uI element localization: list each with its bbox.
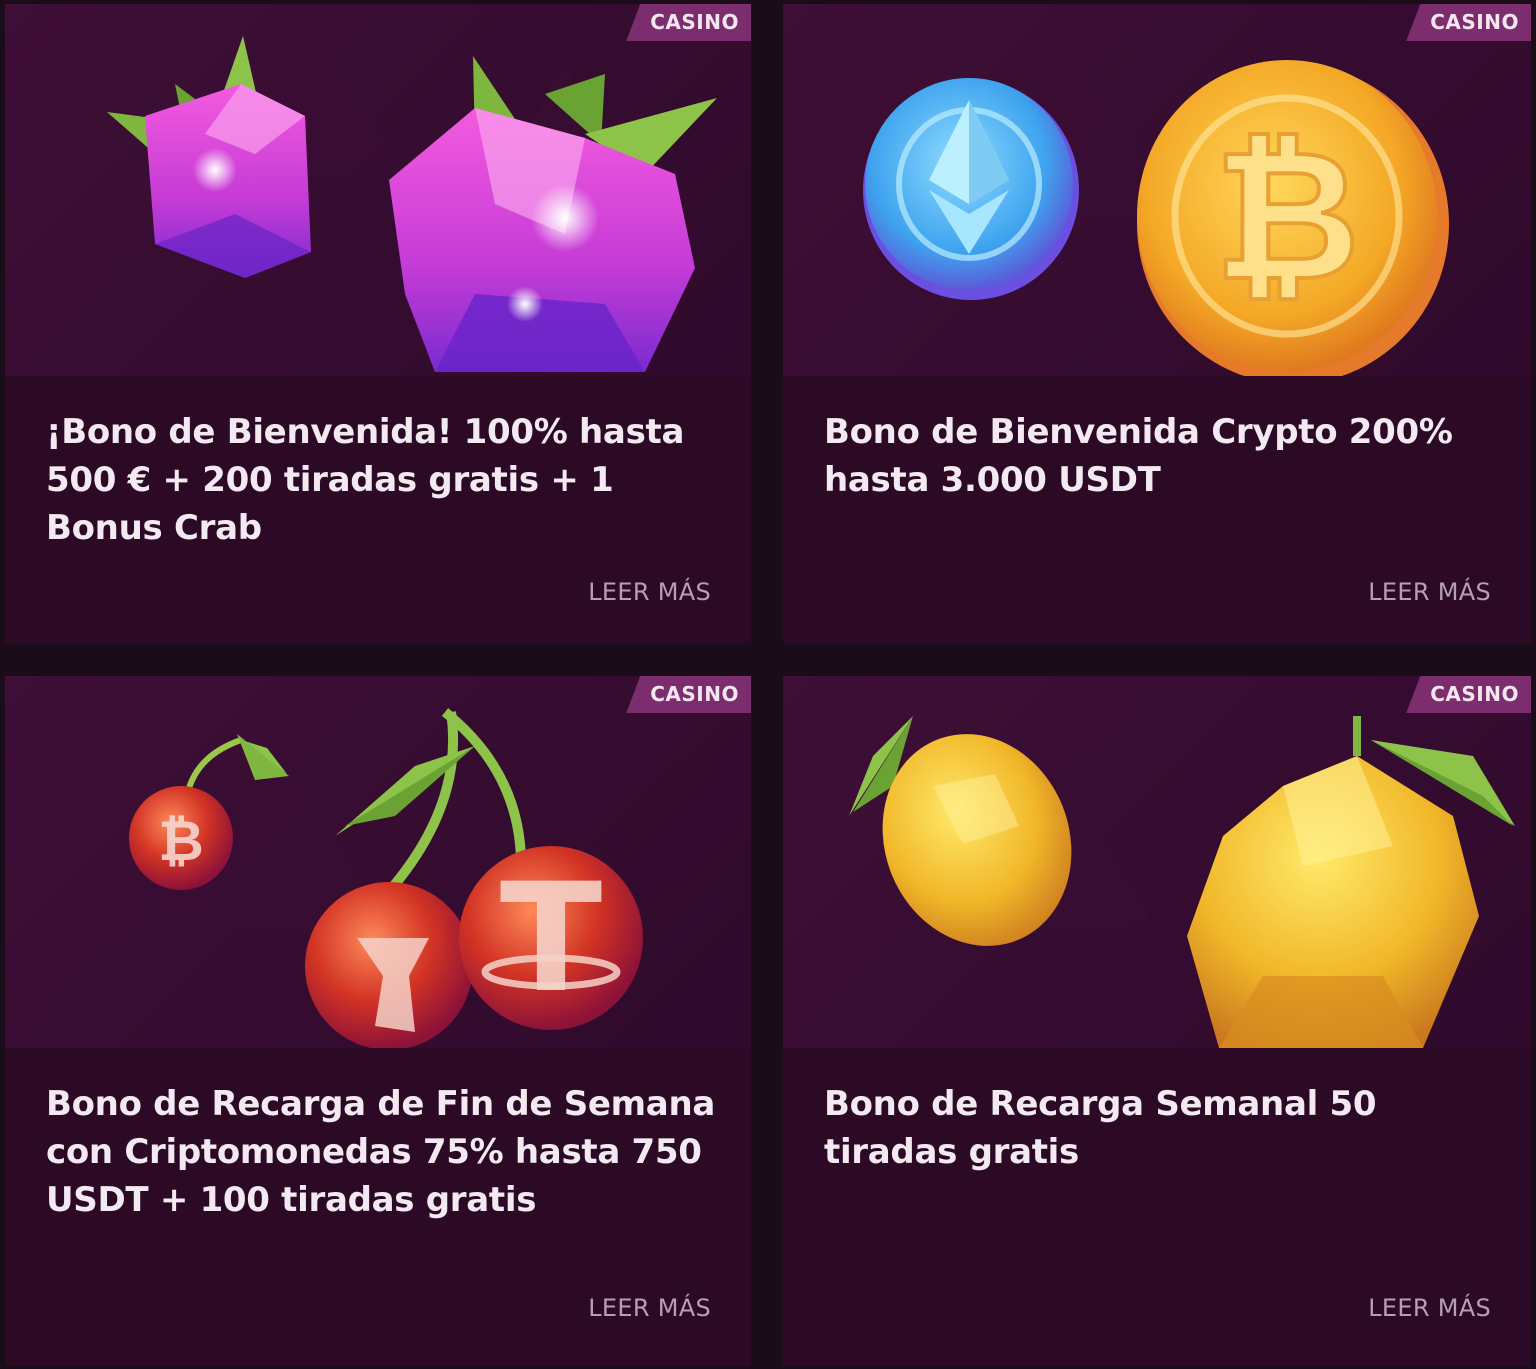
promo-banner[interactable]: CASINO bbox=[5, 4, 751, 376]
promo-title: Bono de Recarga Semanal 50 tiradas grati… bbox=[824, 1084, 1377, 1172]
promo-card[interactable]: CASINO ¡Bono de Bienvenida! 100% hasta 5… bbox=[5, 4, 751, 644]
raspberry-gems-image bbox=[107, 4, 717, 372]
read-more-link[interactable]: LEER MÁS bbox=[1368, 1294, 1491, 1322]
promo-title: Bono de Recarga de Fin de Semana con Cri… bbox=[46, 1084, 715, 1220]
crypto-cherries-image: ₿ T bbox=[129, 708, 643, 1048]
category-tag: CASINO bbox=[626, 4, 751, 41]
promo-banner[interactable]: CASINO bbox=[783, 676, 1531, 1048]
promo-banner[interactable]: ₿ T CASINO bbox=[5, 676, 751, 1048]
promo-card[interactable]: CASINO Bono de Recarga Semanal 50 tirada… bbox=[783, 676, 1531, 1366]
category-tag: CASINO bbox=[626, 676, 751, 713]
category-tag: CASINO bbox=[1406, 676, 1531, 713]
svg-text:₿: ₿ bbox=[1214, 112, 1361, 321]
svg-text:₿: ₿ bbox=[158, 809, 204, 874]
read-more-link[interactable]: LEER MÁS bbox=[588, 1294, 711, 1322]
promo-card[interactable]: ₿ T CASINO Bono de Recarga de Fin de Sem… bbox=[5, 676, 751, 1366]
svg-text:T: T bbox=[500, 852, 602, 1026]
category-tag: CASINO bbox=[1406, 4, 1531, 41]
golden-lemons-image bbox=[849, 706, 1515, 1048]
read-more-link[interactable]: LEER MÁS bbox=[1368, 578, 1491, 606]
promotions-grid: CASINO ¡Bono de Bienvenida! 100% hasta 5… bbox=[0, 0, 1536, 1369]
read-more-link[interactable]: LEER MÁS bbox=[588, 578, 711, 606]
promo-banner[interactable]: ₿ CASINO bbox=[783, 4, 1531, 376]
promo-title: Bono de Bienvenida Crypto 200% hasta 3.0… bbox=[824, 412, 1453, 500]
crypto-coins-image: ₿ bbox=[863, 24, 1449, 376]
promo-card[interactable]: ₿ CASINO Bono de Bienvenida Crypto 200% … bbox=[783, 4, 1531, 644]
promo-title: ¡Bono de Bienvenida! 100% hasta 500 € + … bbox=[46, 412, 685, 548]
